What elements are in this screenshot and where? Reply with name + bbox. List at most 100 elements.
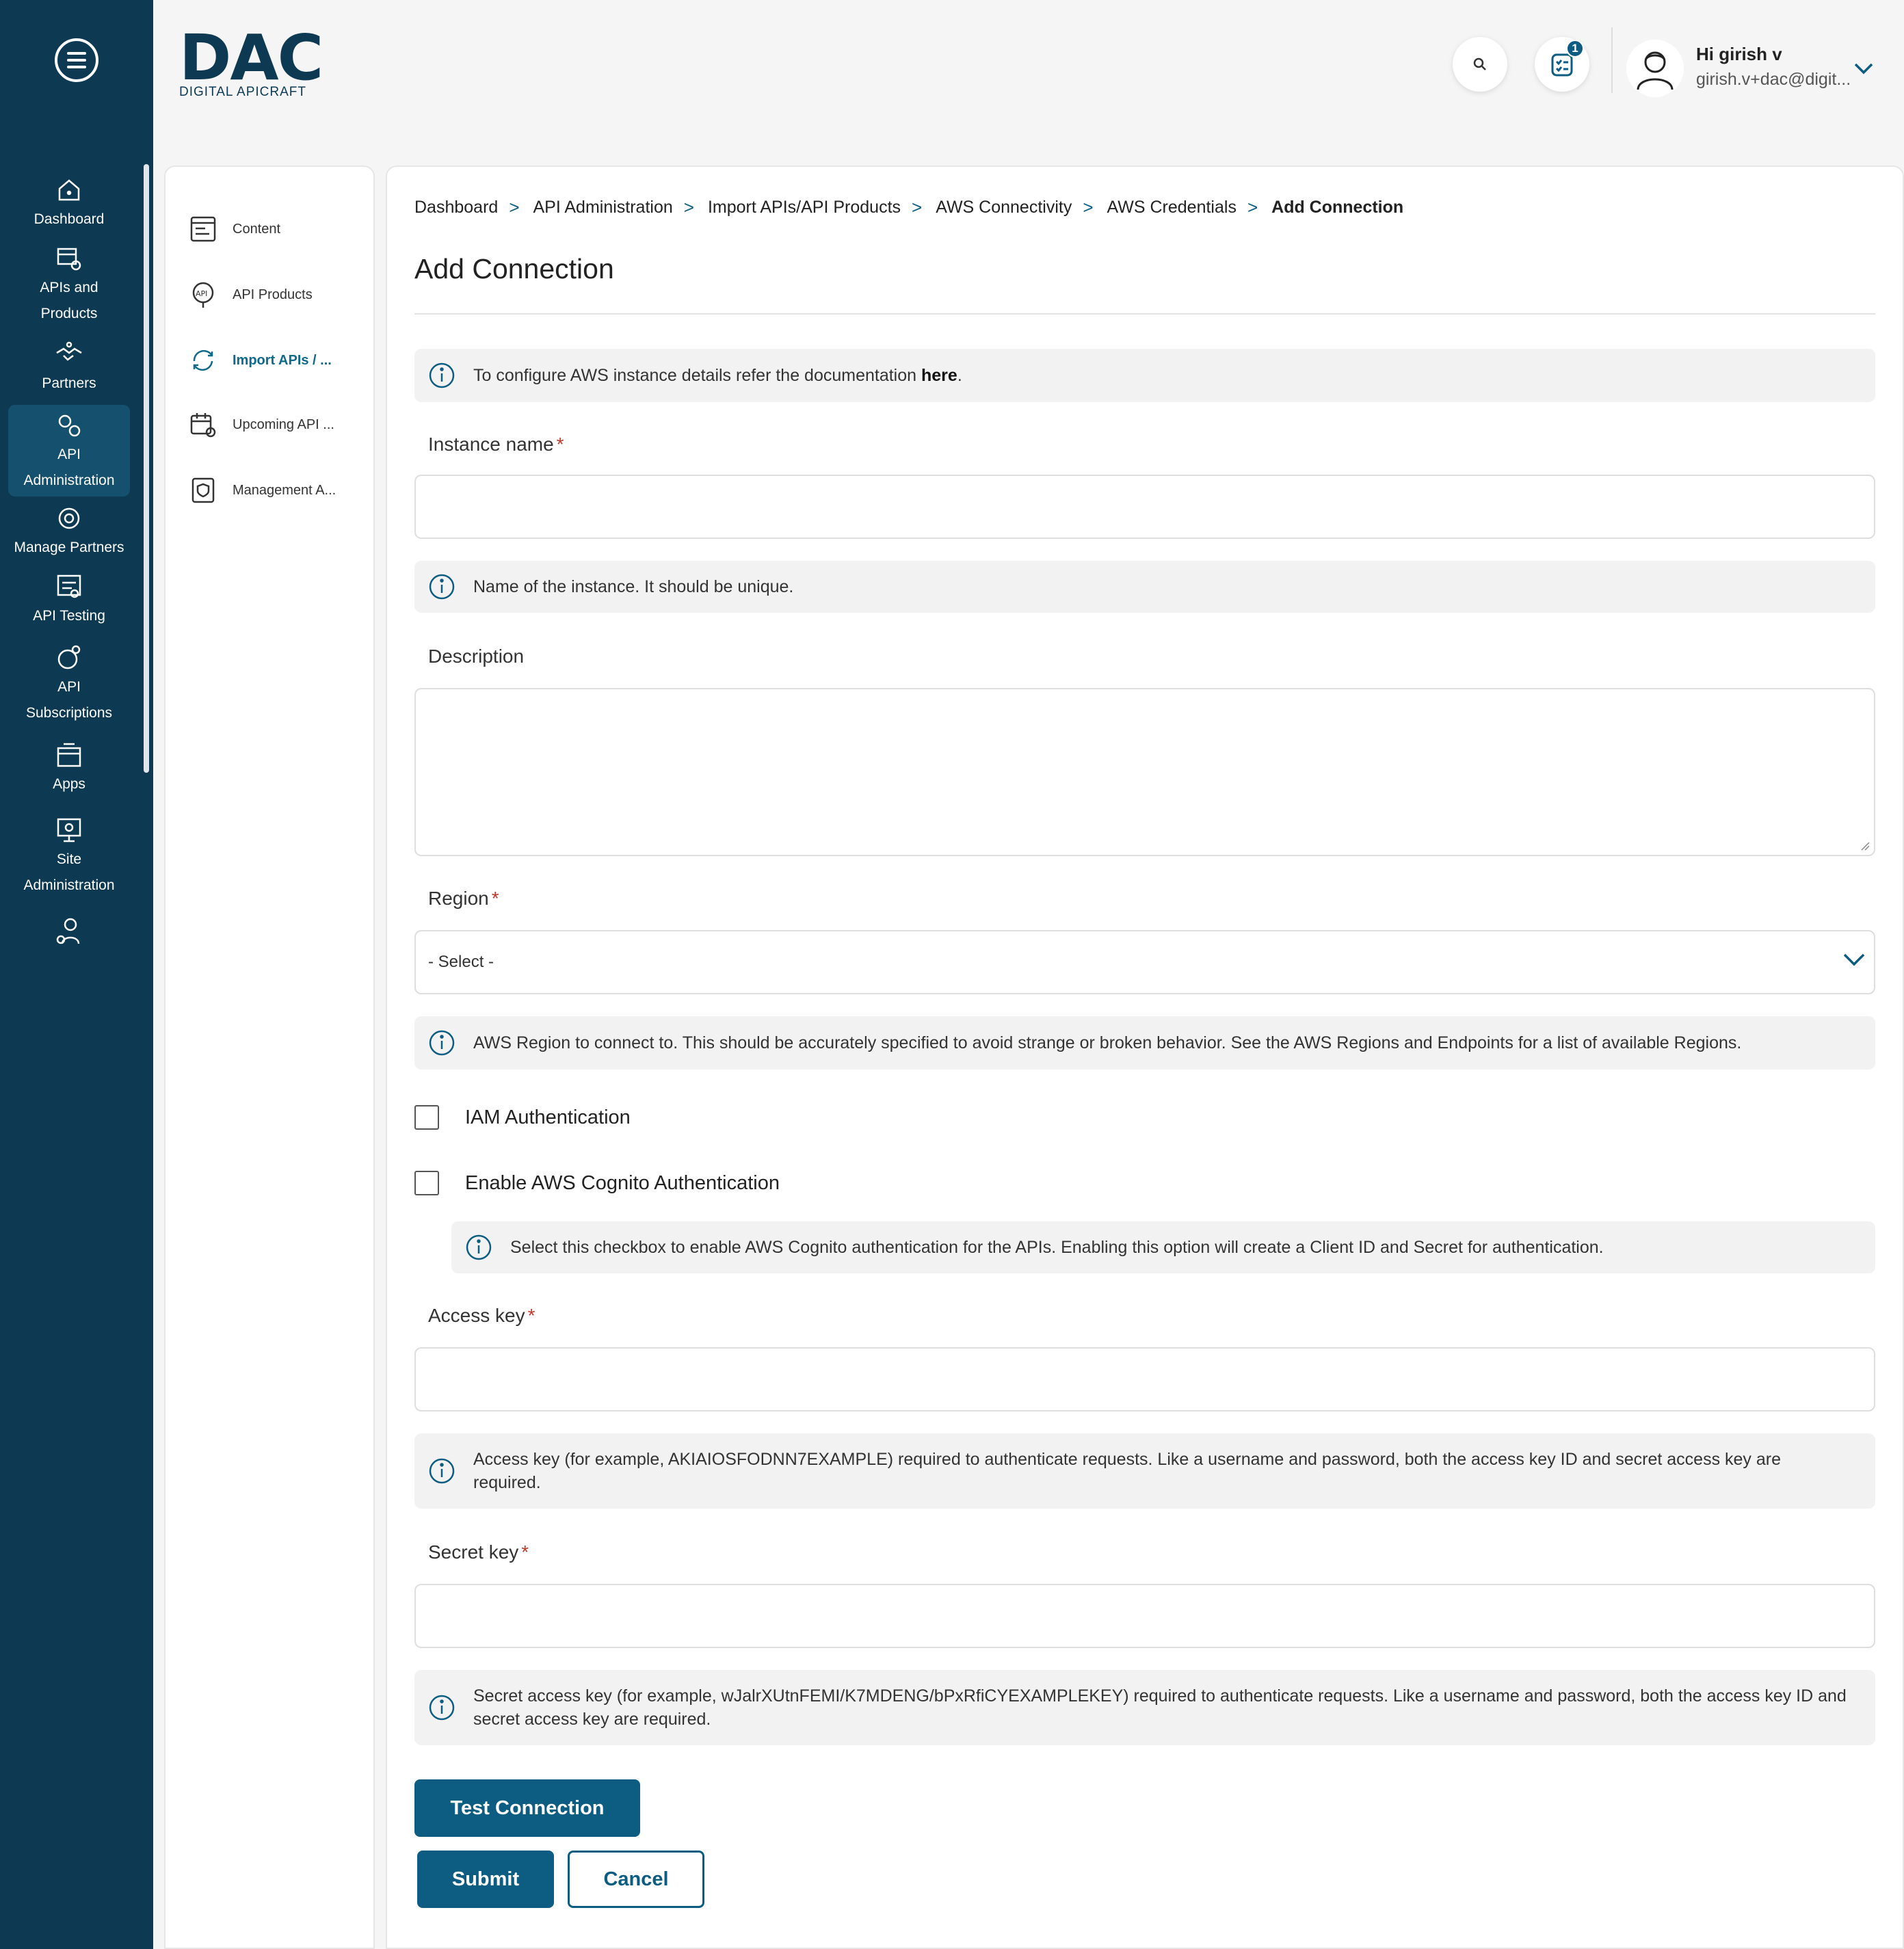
subnav-item-content[interactable]: Content: [189, 215, 280, 243]
instance-name-input[interactable]: [414, 475, 1875, 539]
nav-item-dashboard[interactable]: Dashboard: [8, 175, 130, 233]
chevron-down-icon: [1843, 953, 1865, 966]
handshake-icon: [56, 341, 82, 361]
logo-mark: DAC: [179, 21, 323, 94]
subnav-label: API Products: [233, 287, 313, 302]
nav-label: Manage Partners: [14, 540, 124, 555]
help-text: Select this checkbox to enable AWS Cogni…: [510, 1238, 1604, 1257]
description-textarea[interactable]: [414, 688, 1875, 856]
user-icon: [1637, 51, 1674, 90]
help-text: Name of the instance. It should be uniqu…: [473, 577, 794, 596]
page-title: Add Connection: [414, 253, 614, 284]
breadcrumb-aws-credentials[interactable]: AWS Credentials: [1107, 198, 1237, 217]
chevron-down-icon[interactable]: [1853, 62, 1874, 75]
search-button[interactable]: [1453, 37, 1507, 92]
svg-text:API: API: [196, 289, 207, 298]
iam-auth-row: IAM Authentication: [414, 1105, 631, 1130]
nav-item-api-subscriptions[interactable]: API Subscriptions: [8, 643, 130, 726]
secret-key-help: Secret access key (for example, wJalrXUt…: [414, 1670, 1875, 1745]
subnav-label: Upcoming API ...: [233, 416, 334, 432]
nav-item-apps[interactable]: Apps: [8, 740, 130, 797]
chevron-right-icon: >: [683, 197, 694, 217]
cognito-auth-checkbox[interactable]: [414, 1171, 439, 1195]
instance-name-help: Name of the instance. It should be uniqu…: [414, 561, 1875, 613]
required-marker: *: [527, 1305, 536, 1326]
required-marker: *: [521, 1541, 529, 1563]
cancel-button[interactable]: Cancel: [568, 1851, 704, 1908]
breadcrumb: Dashboard > API Administration > Import AP…: [414, 197, 1403, 218]
description-label: Description: [428, 646, 525, 667]
subnav-item-upcoming-api[interactable]: Upcoming API ...: [189, 410, 334, 439]
avatar[interactable]: [1626, 40, 1684, 97]
user-greeting: Hi girish v: [1696, 44, 1782, 64]
cognito-auth-label: Enable AWS Cognito Authentication: [465, 1171, 780, 1194]
nav-label: APIs and Products: [40, 280, 98, 321]
submit-button[interactable]: Submit: [417, 1851, 554, 1908]
secret-key-label: Secret key *: [428, 1541, 529, 1563]
breadcrumb-api-administration[interactable]: API Administration: [533, 198, 673, 217]
subnav-label: Import APIs / ...: [233, 352, 332, 368]
cognito-help: Select this checkbox to enable AWS Cogni…: [451, 1221, 1875, 1273]
chevron-right-icon: >: [912, 197, 923, 217]
dac-logo[interactable]: DAC DIGITAL APICRAFT: [179, 21, 330, 100]
access-key-help: Access key (for example, AKIAIOSFODNN7EX…: [414, 1433, 1875, 1509]
required-marker: *: [556, 434, 564, 455]
nav-label: Dashboard: [34, 211, 105, 227]
iam-auth-checkbox[interactable]: [414, 1105, 439, 1130]
tasks-button[interactable]: 1: [1535, 37, 1589, 92]
nav-item-site-administration[interactable]: Site Administration: [8, 815, 130, 899]
api-subscriptions-icon: [57, 645, 81, 669]
nav-item-manage-partners[interactable]: Manage Partners: [8, 503, 130, 561]
info-suffix: .: [957, 366, 962, 385]
info-icon: [429, 574, 455, 600]
help-text: Secret access key (for example, wJalrXUt…: [473, 1686, 1847, 1729]
help-text: AWS Region to connect to. This should be…: [473, 1033, 1742, 1052]
cloud-sync-icon: [193, 349, 213, 371]
region-help: AWS Region to connect to. This should be…: [414, 1016, 1875, 1070]
nav-item-apis-and-products[interactable]: APIs and Products: [8, 243, 130, 327]
calendar-gear-icon: [190, 413, 216, 438]
nav-label: API Testing: [33, 608, 105, 624]
access-key-label: Access key *: [428, 1305, 536, 1326]
nav-item-api-testing[interactable]: API Testing: [8, 572, 130, 629]
title-divider: [414, 313, 1875, 315]
subnav-item-management[interactable]: Management A...: [189, 476, 336, 505]
secret-key-input[interactable]: [414, 1584, 1875, 1648]
info-icon: [429, 1030, 455, 1056]
hamburger-menu-icon[interactable]: [55, 38, 98, 82]
nav-label: API Subscriptions: [25, 679, 113, 721]
content-icon: [190, 216, 216, 242]
region-label: Region *: [428, 888, 499, 909]
info-icon: [429, 1695, 455, 1721]
access-key-input[interactable]: [414, 1347, 1875, 1411]
subnav-item-import-apis[interactable]: Import APIs / ...: [189, 346, 332, 375]
nav-item-user-settings[interactable]: [8, 916, 130, 948]
nav-item-partners[interactable]: Partners: [8, 339, 130, 397]
chevron-right-icon: >: [1247, 197, 1258, 217]
info-icon: [466, 1234, 492, 1260]
subnav-item-api-products[interactable]: API API Products: [189, 280, 313, 309]
nav-item-api-administration[interactable]: API Administration: [8, 405, 130, 496]
api-testing-icon: [57, 574, 81, 598]
region-select[interactable]: - Select -: [414, 930, 1875, 994]
test-connection-button[interactable]: Test Connection: [414, 1779, 640, 1837]
breadcrumb-dashboard[interactable]: Dashboard: [414, 198, 498, 217]
help-text: Access key (for example, AKIAIOSFODNN7EX…: [473, 1450, 1782, 1492]
documentation-link[interactable]: here: [921, 366, 957, 385]
instance-name-label: Instance name *: [428, 434, 564, 455]
nav-scrollbar[interactable]: [144, 164, 149, 773]
api-products-icon: [57, 248, 81, 271]
main-content: Dashboard > API Administration > Import AP…: [386, 165, 1904, 1949]
shield-document-icon: [191, 477, 215, 503]
required-marker: *: [491, 888, 499, 909]
nav-label: Partners: [42, 375, 96, 391]
resize-handle-icon[interactable]: [1860, 841, 1870, 851]
breadcrumb-aws-connectivity[interactable]: AWS Connectivity: [936, 198, 1072, 217]
nav-label: Apps: [53, 776, 85, 792]
breadcrumb-current: Add Connection: [1271, 198, 1404, 217]
breadcrumb-import-apis[interactable]: Import APIs/API Products: [708, 198, 901, 217]
cognito-auth-row: Enable AWS Cognito Authentication: [414, 1171, 780, 1195]
notification-badge: 1: [1566, 40, 1584, 57]
api-badge-icon: API: [192, 282, 214, 308]
documentation-info: To configure AWS instance details refer …: [414, 349, 1875, 402]
